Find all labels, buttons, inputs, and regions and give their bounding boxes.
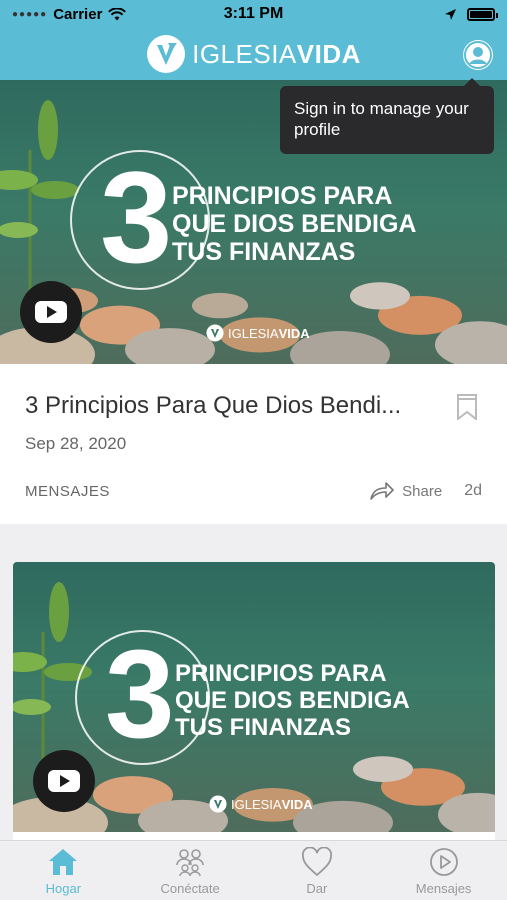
brand-name-bold: VIDA	[296, 38, 361, 69]
thumbnail-watermark: IGLESIAVIDA	[206, 324, 310, 342]
logo-icon	[209, 795, 227, 813]
signal-icon: ●●●●●	[12, 8, 48, 20]
thumbnail-line2: QUE DIOS BENDIGA	[172, 210, 417, 238]
thumbnail-line1: PRINCIPIOS PARA	[175, 660, 387, 687]
tab-conectate[interactable]: Conéctate	[127, 841, 254, 900]
profile-button[interactable]	[463, 40, 493, 70]
carrier-label: Carrier	[53, 5, 103, 23]
youtube-play-button[interactable]	[33, 750, 95, 812]
logo-icon	[147, 35, 186, 73]
content-feed: 3 PRINCIPIOS PARA QUE DIOS BENDIGA TUS F…	[0, 80, 507, 840]
user-icon	[464, 41, 492, 69]
logo-icon	[206, 324, 224, 342]
tab-label: Conéctate	[160, 881, 220, 896]
tab-label: Mensajes	[415, 881, 472, 896]
clock: 3:11 PM	[223, 5, 284, 22]
share-button[interactable]: Share	[370, 482, 442, 500]
tab-bar: Hogar Conéctate Dar Mensajes	[0, 840, 507, 900]
thumbnail-number: 3	[100, 144, 173, 290]
thumbnail-watermark: IGLESIAVIDA	[209, 795, 313, 813]
profile-tooltip[interactable]: Sign in to manage your profile	[280, 78, 494, 154]
status-right	[315, 7, 498, 21]
card-title[interactable]: 3 Principios Para Que Dios Bendi...	[25, 392, 420, 420]
share-label: Share	[402, 482, 443, 500]
status-left: ●●●●● Carrier	[12, 6, 192, 23]
tab-label: Dar	[306, 881, 328, 896]
tab-label: Hogar	[45, 881, 82, 896]
youtube-play-button[interactable]	[20, 281, 82, 343]
brand-name: IGLESIAVIDA	[192, 39, 361, 70]
card-category: MENSAJES	[25, 482, 110, 500]
watermark-bold: VIDA	[278, 325, 310, 341]
card-thumbnail[interactable]: 3 PRINCIPIOS PARA QUE DIOS BENDIGA TUS F…	[13, 562, 495, 832]
battery-icon	[467, 7, 498, 21]
share-icon	[370, 482, 394, 500]
thumbnail-line1: PRINCIPIOS PARA	[172, 182, 393, 210]
brand-logo: IGLESIAVIDA	[146, 34, 361, 74]
tab-mensajes[interactable]: Mensajes	[380, 841, 507, 900]
youtube-icon	[35, 301, 67, 323]
app-header: IGLESIAVIDA	[0, 28, 507, 80]
wifi-icon	[108, 7, 127, 20]
brand-name-light: IGLESIA	[192, 38, 297, 69]
play-icon	[429, 848, 458, 876]
content-card[interactable]: 3 PRINCIPIOS PARA QUE DIOS BENDIGA TUS F…	[13, 562, 495, 840]
location-icon	[445, 8, 456, 20]
tab-hogar[interactable]: Hogar	[0, 841, 127, 900]
home-icon	[49, 849, 78, 875]
card-age: 2d	[464, 482, 482, 499]
thumbnail-line3: TUS FINANZAS	[175, 714, 351, 741]
heart-icon	[301, 847, 332, 877]
card-footer: MENSAJES Share 2d	[25, 482, 482, 500]
thumbnail-title: PRINCIPIOS PARA QUE DIOS BENDIGA TUS FIN…	[175, 660, 410, 741]
watermark-bold: VIDA	[281, 796, 313, 812]
thumbnail-line2: QUE DIOS BENDIGA	[175, 687, 410, 714]
thumbnail-title: PRINCIPIOS PARA QUE DIOS BENDIGA TUS FIN…	[172, 182, 416, 266]
thumbnail-number: 3	[105, 625, 175, 764]
tab-dar[interactable]: Dar	[254, 841, 381, 900]
status-bar: ●●●●● Carrier 3:11 PM	[0, 0, 507, 28]
watermark-light: IGLESIA	[228, 325, 279, 341]
thumbnail-line3: TUS FINANZAS	[172, 238, 356, 266]
youtube-icon	[48, 770, 80, 792]
card-date: Sep 28, 2020	[25, 434, 127, 453]
card-body: 3 Principios Para Que Dios Bendi... Sep …	[0, 364, 507, 500]
bookmark-icon[interactable]	[457, 394, 477, 420]
people-icon	[176, 849, 204, 877]
watermark-light: IGLESIA	[231, 796, 282, 812]
